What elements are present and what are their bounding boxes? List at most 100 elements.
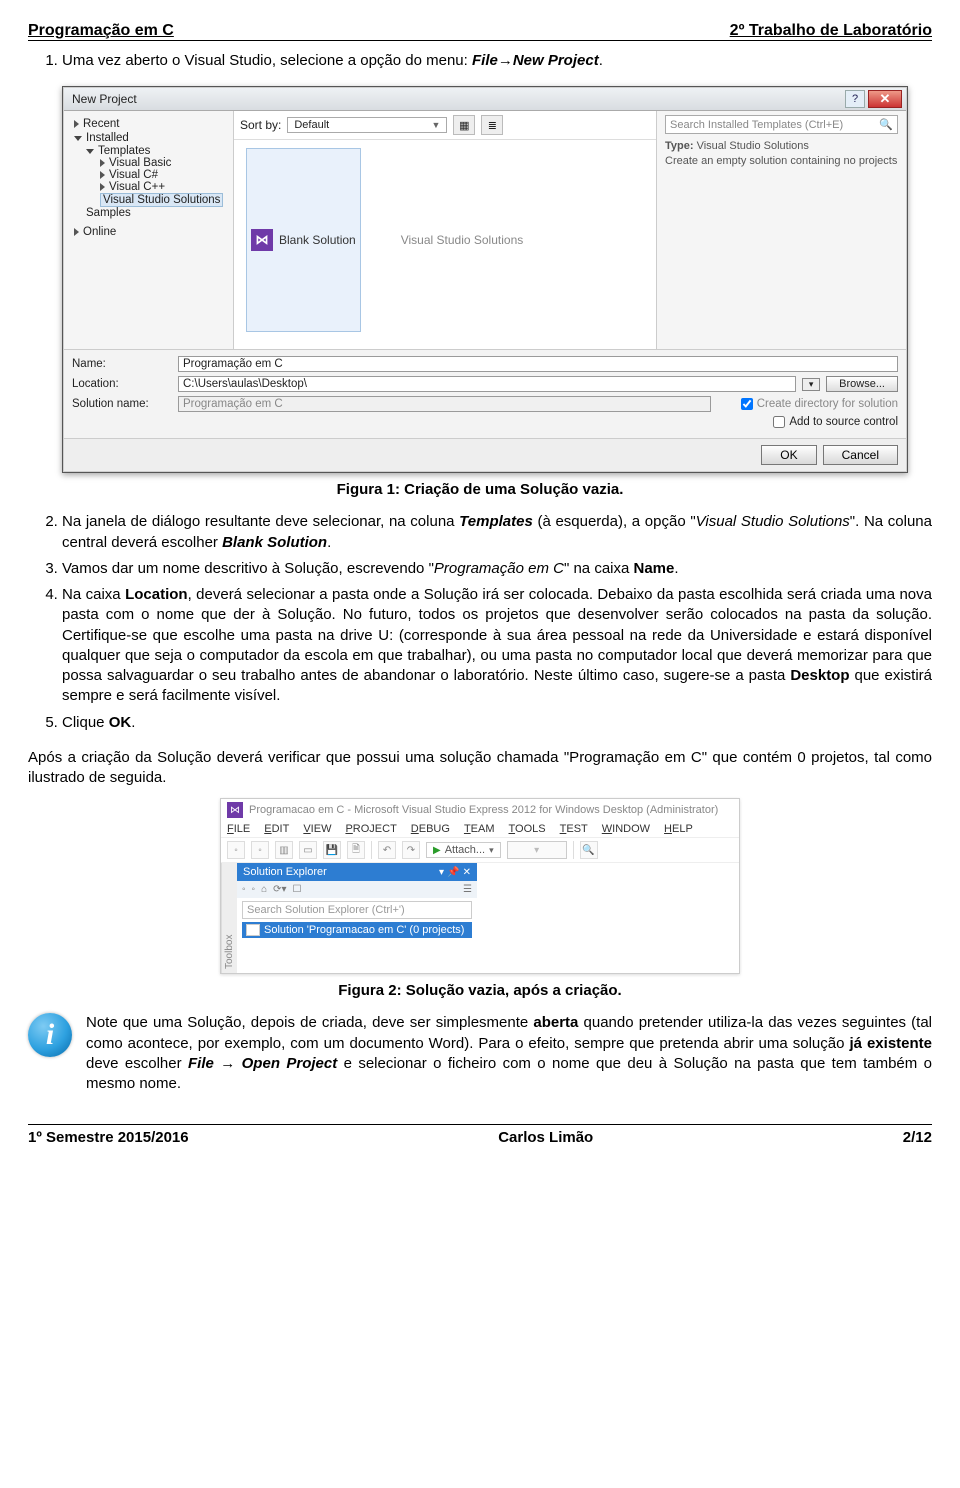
step-2: Na janela de diálogo resultante deve sel… <box>62 512 932 553</box>
solution-node[interactable]: Solution 'Programacao em C' (0 projects) <box>242 922 472 938</box>
header-left: Programação em C <box>28 22 174 40</box>
menu-help[interactable]: HELP <box>664 823 693 835</box>
footer-center: Carlos Limão <box>498 1129 593 1146</box>
vs-menu-bar[interactable]: FILE EDIT VIEW PROJECT DEBUG TEAM TOOLS … <box>221 821 739 837</box>
tree-recent[interactable]: Recent <box>83 118 119 130</box>
tree-templates[interactable]: Templates <box>98 145 150 157</box>
menu-edit[interactable]: EDIT <box>264 823 289 835</box>
create-dir-checkbox[interactable] <box>741 398 753 410</box>
info-icon: i <box>28 1013 72 1057</box>
menu-team[interactable]: TEAM <box>464 823 495 835</box>
sortby-value: Default <box>294 119 329 131</box>
source-control-checkbox[interactable] <box>773 416 785 428</box>
template-description: Create an empty solution containing no p… <box>665 155 898 167</box>
tree-vb[interactable]: Visual Basic <box>109 157 171 169</box>
undo-icon[interactable]: ↶ <box>378 841 396 859</box>
step-5: Clique OK. <box>62 713 932 733</box>
help-icon[interactable]: ? <box>845 90 865 108</box>
menu-file[interactable]: FILE <box>227 823 250 835</box>
se-search-input[interactable]: Search Solution Explorer (Ctrl+') <box>242 901 472 919</box>
ok-button[interactable]: OK <box>761 445 816 465</box>
location-dropdown-icon[interactable]: ▾ <box>802 378 820 391</box>
menu-newproject: New Project <box>513 52 599 69</box>
create-dir-label: Create directory for solution <box>757 398 898 410</box>
open-icon[interactable]: ▭ <box>299 841 317 859</box>
menu-project[interactable]: PROJECT <box>345 823 396 835</box>
browse-button[interactable]: Browse... <box>826 376 898 392</box>
view-small-icon[interactable]: ▦ <box>453 115 475 135</box>
name-input[interactable]: Programação em C <box>178 356 898 372</box>
solution-name-label: Solution name: <box>72 398 172 410</box>
chevron-down-icon[interactable] <box>86 149 94 154</box>
close-icon[interactable]: ✕ <box>463 867 471 878</box>
sortby-dropdown[interactable]: Default ▼ <box>287 117 447 133</box>
vs-window-title: Programacao em C - Microsoft Visual Stud… <box>249 804 718 816</box>
name-label: Name: <box>72 358 172 370</box>
pin-icon[interactable]: 📌 <box>447 867 459 878</box>
vs-window: ⋈ Programacao em C - Microsoft Visual St… <box>220 798 740 974</box>
solution-explorer-panel: Solution Explorer ▾ 📌 ✕ ◦ ◦ ⌂ ⟳▾ ☐ ☰ Sea… <box>237 863 477 973</box>
tree-samples[interactable]: Samples <box>72 207 225 219</box>
figure1-caption: Figura 1: Criação de uma Solução vazia. <box>28 481 932 498</box>
menu-debug[interactable]: DEBUG <box>411 823 450 835</box>
save-icon[interactable]: 💾 <box>323 841 341 859</box>
header-right: 2º Trabalho de Laboratório <box>730 22 932 40</box>
tree-vss-selected[interactable]: Visual Studio Solutions <box>100 193 223 207</box>
page-header: Programação em C 2º Trabalho de Laborató… <box>28 22 932 41</box>
se-home-icon[interactable]: ◦ <box>242 884 246 895</box>
search-templates-input[interactable]: Search Installed Templates (Ctrl+E) 🔍 <box>665 115 898 134</box>
chevron-right-icon[interactable] <box>100 159 105 167</box>
redo-icon[interactable]: ↷ <box>402 841 420 859</box>
se-home2-icon[interactable]: ⌂ <box>261 884 267 895</box>
nav-fwd-icon[interactable]: ◦ <box>251 841 269 859</box>
new-project-dialog: New Project ? ✕ Recent Installed Templat… <box>62 86 908 473</box>
toolbox-tab[interactable]: Toolbox <box>221 863 237 973</box>
search-placeholder: Search Installed Templates (Ctrl+E) <box>670 119 843 131</box>
tree-installed[interactable]: Installed <box>86 132 129 144</box>
view-list-icon[interactable]: ≣ <box>481 115 503 135</box>
figure2-caption: Figura 2: Solução vazia, após a criação. <box>28 982 932 999</box>
solution-name-input[interactable]: Programação em C <box>178 396 711 412</box>
template-tree[interactable]: Recent Installed Templates Visual Basic … <box>64 111 234 349</box>
attach-button[interactable]: ▶Attach...▾ <box>426 842 501 858</box>
info-note: i Note que uma Solução, depois de criada… <box>28 1013 932 1094</box>
solution-explorer-title: Solution Explorer <box>243 866 327 878</box>
new-icon[interactable]: ▥ <box>275 841 293 859</box>
tree-cs[interactable]: Visual C# <box>109 169 158 181</box>
template-blank-solution[interactable]: ⋈ Blank Solution <box>246 148 361 332</box>
template-category-label: Visual Studio Solutions <box>401 148 524 332</box>
saveall-icon[interactable]: 🗎 <box>347 841 365 859</box>
step-3: Vamos dar um nome descritivo à Solução, … <box>62 559 932 579</box>
se-props-icon[interactable]: ☰ <box>463 884 472 895</box>
menu-window[interactable]: WINDOW <box>602 823 650 835</box>
step-1: Uma vez aberto o Visual Studio, selecion… <box>62 51 932 71</box>
se-sync-icon[interactable]: ☐ <box>293 884 302 895</box>
se-refresh-icon[interactable]: ⟳▾ <box>273 884 286 895</box>
solution-icon <box>246 924 260 936</box>
nav-back-icon[interactable]: ◦ <box>227 841 245 859</box>
chevron-down-icon[interactable] <box>74 136 82 141</box>
se-back-icon[interactable]: ◦ <box>252 884 256 895</box>
config-dropdown[interactable]: ▾ <box>507 841 567 859</box>
template-vss-label: Visual Studio Solutions <box>401 233 524 247</box>
close-icon[interactable]: ✕ <box>868 90 902 108</box>
tree-cpp[interactable]: Visual C++ <box>109 181 165 193</box>
chevron-right-icon[interactable] <box>74 120 79 128</box>
find-icon[interactable]: 🔍 <box>580 841 598 859</box>
menu-test[interactable]: TEST <box>560 823 588 835</box>
chevron-right-icon[interactable] <box>100 171 105 179</box>
step1-text: Uma vez aberto o Visual Studio, selecion… <box>62 52 472 69</box>
cancel-button[interactable]: Cancel <box>823 445 898 465</box>
vs-logo-icon: ⋈ <box>251 229 273 251</box>
footer-left: 1º Semestre 2015/2016 <box>28 1129 189 1146</box>
tree-online[interactable]: Online <box>83 226 116 238</box>
menu-view[interactable]: VIEW <box>303 823 331 835</box>
chevron-right-icon[interactable] <box>100 183 105 191</box>
chevron-right-icon[interactable] <box>74 228 79 236</box>
dropdown-icon[interactable]: ▾ <box>439 867 444 878</box>
location-input[interactable]: C:\Users\aulas\Desktop\ <box>178 376 796 392</box>
type-label: Type: <box>665 140 694 152</box>
solution-node-label: Solution 'Programacao em C' (0 projects) <box>264 924 464 936</box>
menu-tools[interactable]: TOOLS <box>509 823 546 835</box>
search-icon: 🔍 <box>879 118 893 131</box>
